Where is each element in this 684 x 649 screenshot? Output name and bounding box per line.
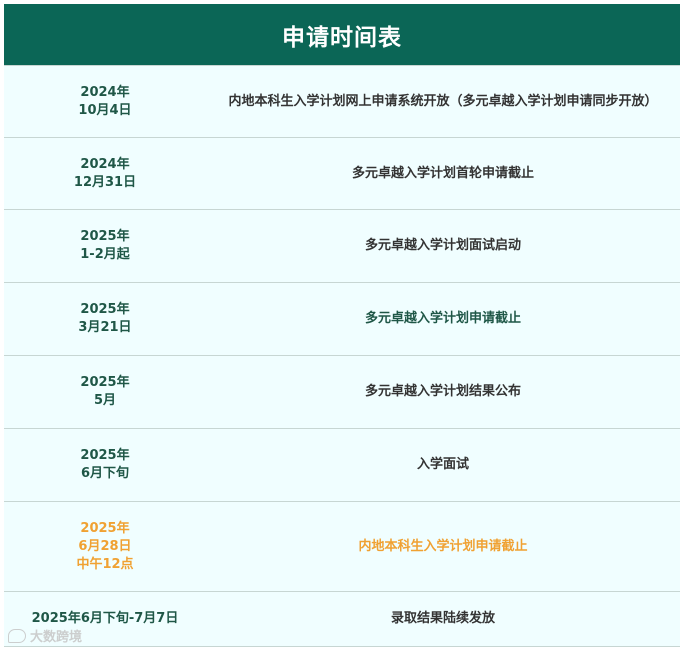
table-header: 申请时间表 [4,4,680,65]
event-text: 录取结果陆续发放 [390,611,495,626]
event-cell: 内地本科生入学计划申请截止 [206,502,680,591]
event-cell: 多元卓越入学计划申请截止 [206,283,680,355]
date-cell: 2025年 6月下旬 [4,429,206,501]
date-line: 2025年 [80,448,130,463]
event-cell: 多元卓越入学计划首轮申请截止 [206,138,680,209]
event-text: 多元卓越入学计划结果公布 [364,384,521,399]
event-text: 入学面试 [416,457,469,472]
event-cell: 多元卓越入学计划面试启动 [206,210,680,282]
event-cell: 内地本科生入学计划网上申请系统开放（多元卓越入学计划申请同步开放） [206,66,680,137]
watermark: 大数跨境 [8,626,82,645]
schedule-table: 申请时间表 2024年 10月4日 内地本科生入学计划网上申请系统开放（多元卓越… [4,4,680,647]
table-title: 申请时间表 [282,24,402,51]
table-row: 2025年 3月21日 多元卓越入学计划申请截止 [4,282,680,355]
table-row: 2025年 6月28日 中午12点 内地本科生入学计划申请截止 [4,501,680,591]
event-text: 多元卓越入学计划申请截止 [364,311,521,326]
event-text: 多元卓越入学计划面试启动 [364,238,521,253]
date-line: 2024年 [80,84,130,100]
table-row: 2025年6月下旬-7月7日 录取结果陆续发放 [4,591,680,646]
table-row: 2024年 12月31日 多元卓越入学计划首轮申请截止 [4,137,680,209]
watermark-text: 大数跨境 [30,630,83,645]
event-text: 内地本科生入学计划网上申请系统开放（多元卓越入学计划申请同步开放） [228,93,658,109]
table-row: 2025年 1-2月起 多元卓越入学计划面试启动 [4,209,680,282]
date-line: 12月31日 [73,174,137,190]
date-line: 6月下旬 [80,466,130,481]
table-row: 2025年 6月下旬 入学面试 [4,428,680,501]
date-line: 5月 [93,393,117,408]
date-cell: 2024年 10月4日 [4,66,206,137]
date-cell: 2025年 1-2月起 [4,210,206,282]
date-line: 6月28日 [78,538,132,554]
date-cell: 2025年 5月 [4,356,206,428]
table-row: 2024年 10月4日 内地本科生入学计划网上申请系统开放（多元卓越入学计划申请… [4,65,680,137]
event-cell: 多元卓越入学计划结果公布 [206,356,680,428]
date-line: 2025年 [80,375,130,390]
date-line: 1-2月起 [80,247,130,262]
date-line: 2025年 [80,302,130,317]
date-line: 10月4日 [78,102,132,118]
date-line: 3月21日 [78,320,132,335]
table-row: 2025年 5月 多元卓越入学计划结果公布 [4,355,680,428]
chat-bubble-icon [8,628,26,643]
date-line: 2025年 [80,520,130,536]
date-cell: 2024年 12月31日 [4,138,206,209]
date-line: 2024年 [80,156,130,172]
event-cell: 录取结果陆续发放 [206,592,680,646]
date-line: 中午12点 [76,556,134,572]
event-cell: 入学面试 [206,429,680,501]
date-cell: 2025年 3月21日 [4,283,206,355]
date-line: 2025年 [80,229,130,244]
event-text: 多元卓越入学计划首轮申请截止 [351,165,534,181]
event-text: 内地本科生入学计划申请截止 [358,538,528,554]
date-cell: 2025年 6月28日 中午12点 [4,502,206,591]
